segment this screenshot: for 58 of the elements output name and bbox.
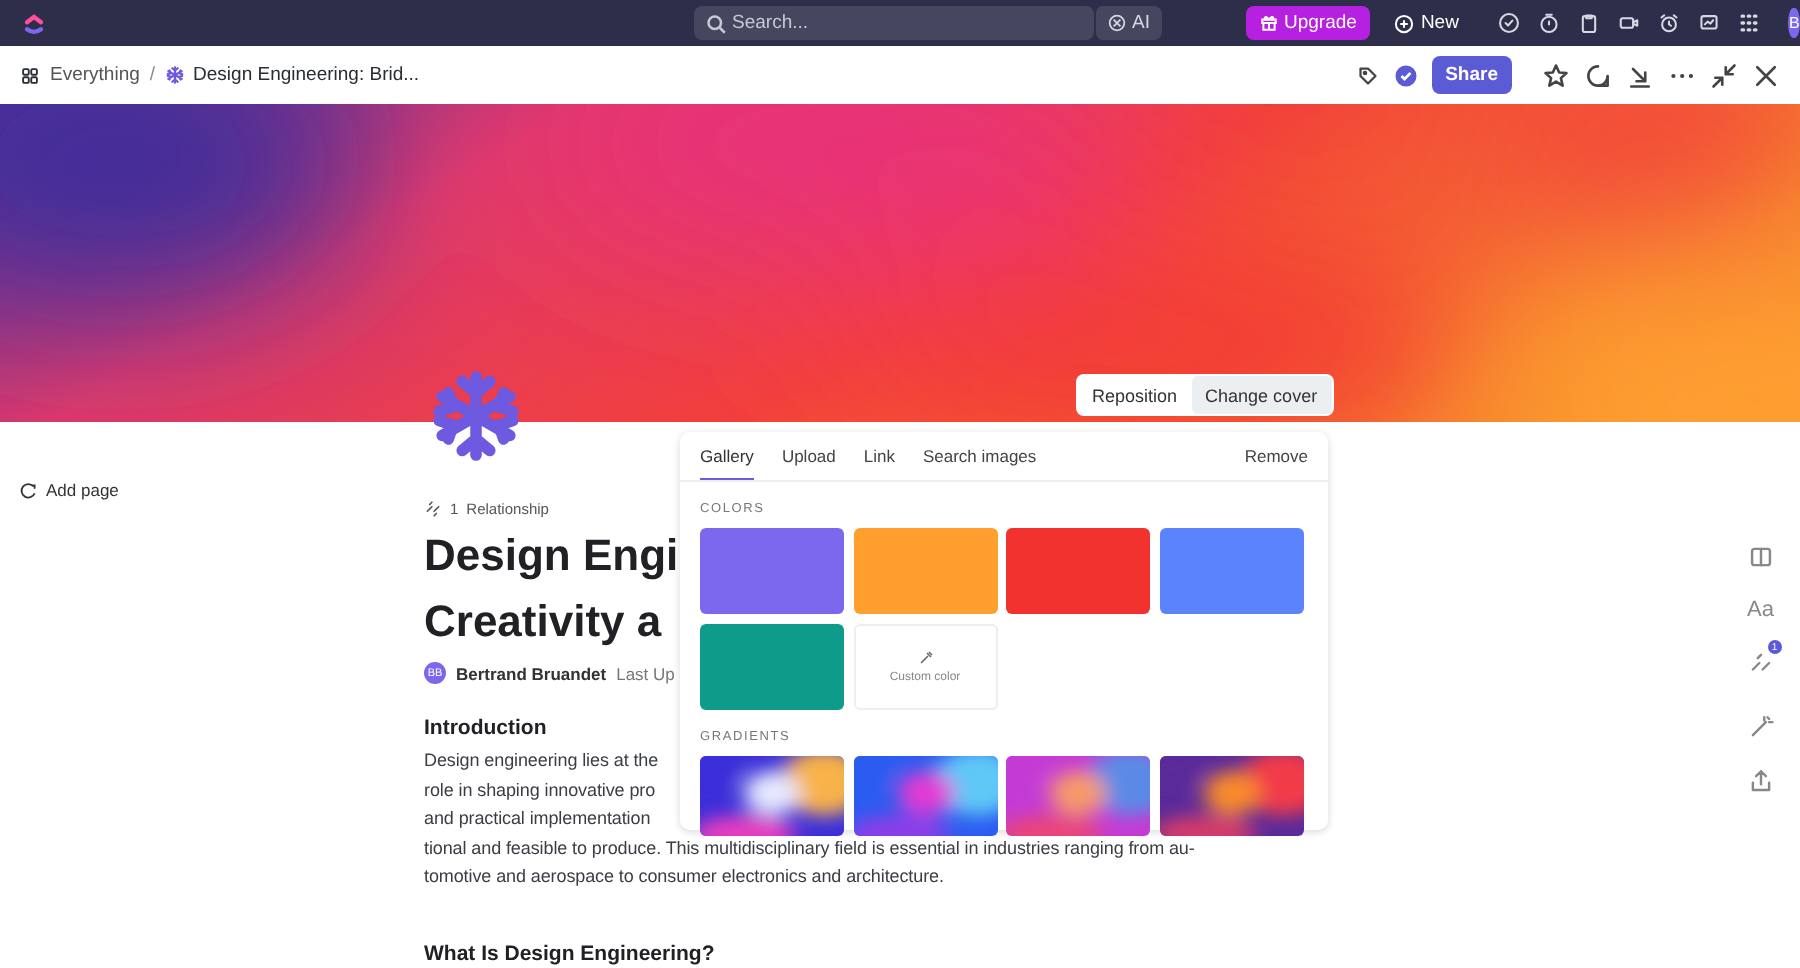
document-title: Design Engi — [424, 528, 679, 584]
user-avatar[interactable]: B — [1788, 8, 1800, 38]
tag-icon[interactable] — [1355, 63, 1380, 87]
gift-icon — [1259, 14, 1278, 32]
refresh-icon — [20, 481, 38, 499]
font-button[interactable]: Aa — [1747, 598, 1774, 622]
alarm-clock-icon[interactable] — [1658, 12, 1681, 34]
clipboard-icon[interactable] — [1578, 12, 1601, 34]
eyedropper-icon — [917, 650, 933, 666]
breadcrumb-separator: / — [149, 64, 156, 86]
color-swatch[interactable] — [1159, 528, 1303, 614]
paragraph-line: tomotive and aerospace to consumer electronics and architecture. — [424, 864, 944, 890]
breadcrumb-link[interactable]: Design Engineering: Brid... — [193, 64, 420, 86]
ai-button[interactable]: AI — [1094, 6, 1162, 40]
video-icon[interactable] — [1618, 12, 1641, 34]
paragraph-line: tional and feasible to produce. This multidisciplinary field is essential in industries ranging from au- — [424, 835, 1195, 862]
apps-grid-icon[interactable] — [1738, 12, 1761, 34]
screen-icon[interactable] — [1698, 12, 1721, 34]
search-icon — [706, 13, 726, 33]
change-cover-button[interactable]: Change cover — [1191, 376, 1332, 414]
popover-tab[interactable]: Upload — [781, 432, 836, 480]
snowflake-icon[interactable] — [165, 66, 184, 84]
last-updated-label: Last Up — [616, 663, 675, 683]
color-swatch[interactable] — [853, 528, 997, 614]
timer-icon[interactable] — [1538, 12, 1561, 34]
remove-button[interactable]: Remove — [1244, 446, 1308, 466]
snowflake-icon — [430, 370, 522, 462]
panel-icon[interactable] — [1747, 544, 1774, 570]
color-swatch[interactable] — [700, 624, 844, 710]
share-button[interactable]: Share — [1431, 56, 1512, 94]
new-button[interactable]: New — [1386, 12, 1467, 34]
popover-tab[interactable]: Link — [863, 432, 895, 480]
section-heading: What Is Design Engineering? — [424, 941, 715, 965]
breadcrumb-link[interactable]: Everything — [50, 64, 140, 86]
paragraph-line: and practical implementation — [424, 806, 651, 832]
grid-icon[interactable] — [20, 65, 40, 85]
logo-icon[interactable] — [20, 9, 48, 37]
upgrade-button[interactable]: Upgrade — [1245, 6, 1371, 40]
popover-tab[interactable]: Search images — [922, 432, 1037, 480]
section-heading: Introduction — [424, 716, 547, 740]
share-icon[interactable] — [1747, 768, 1774, 794]
popover-tab[interactable]: Gallery — [700, 432, 754, 480]
color-swatch[interactable] — [1006, 528, 1150, 614]
paragraph-line: Design engineering lies at the — [424, 748, 659, 774]
star-icon[interactable] — [1542, 61, 1570, 89]
color-swatch[interactable] — [700, 528, 844, 614]
close-icon[interactable] — [1752, 61, 1780, 89]
check-circle-icon[interactable] — [1393, 63, 1418, 87]
document-title: Creativity a — [424, 594, 662, 650]
add-page-button[interactable]: Add page — [20, 480, 119, 500]
search-field[interactable]: Search... — [694, 6, 1094, 40]
author-name: Bertrand Bruandet — [456, 663, 607, 683]
collapse-icon[interactable] — [1710, 61, 1738, 89]
magic-wand-icon[interactable] — [1747, 714, 1774, 740]
check-circle-icon[interactable] — [1498, 12, 1521, 34]
plus-circle-icon — [1394, 13, 1415, 33]
paragraph-line: role in shaping innovative pro — [424, 777, 656, 804]
comment-icon[interactable] — [1584, 61, 1612, 89]
